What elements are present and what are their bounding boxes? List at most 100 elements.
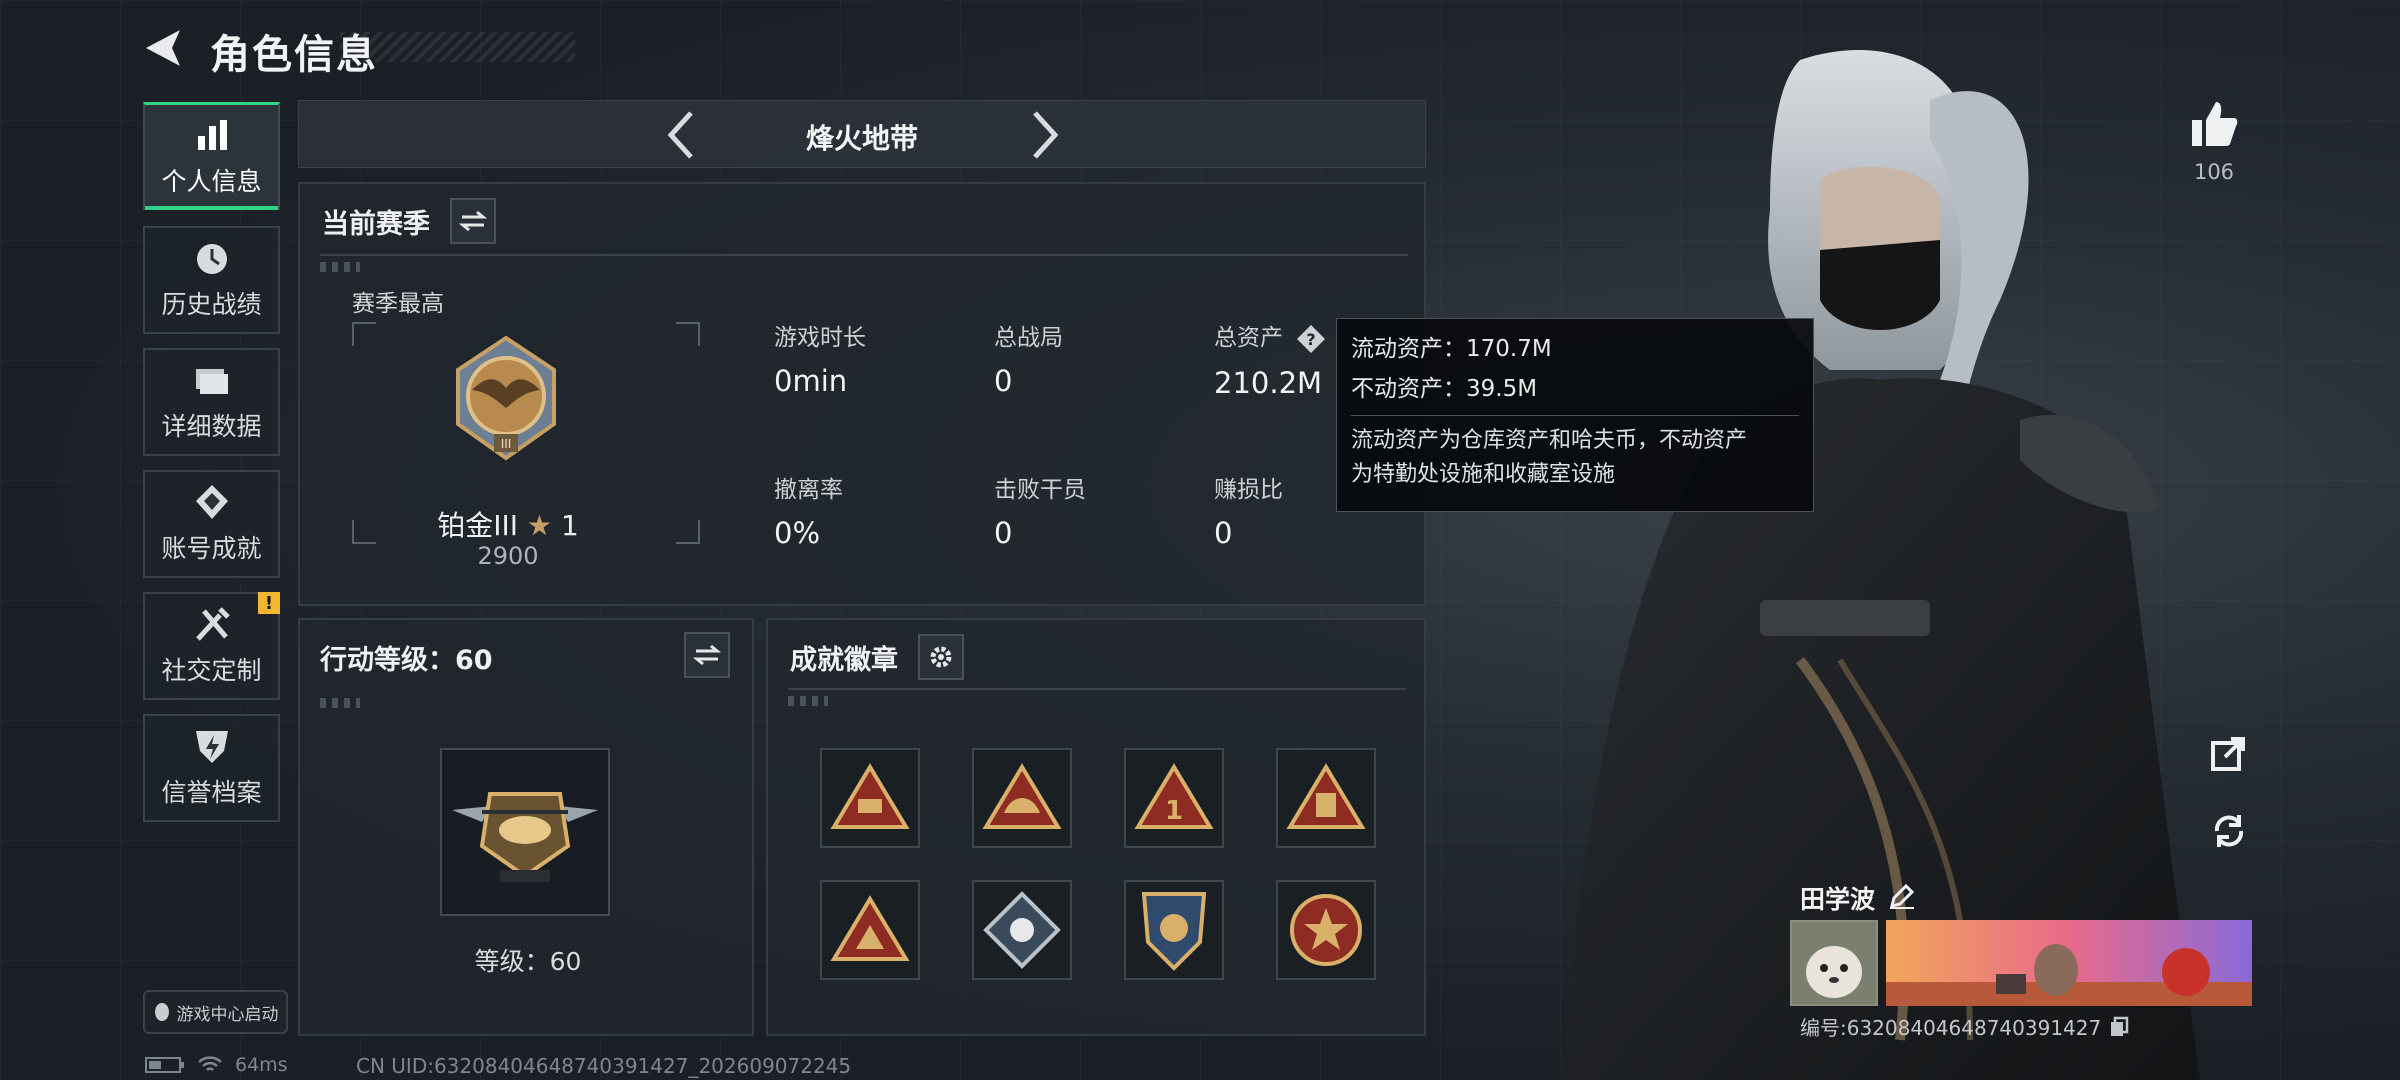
qq-icon	[154, 1003, 169, 1021]
nav-label: 信誉档案	[161, 778, 262, 807]
svg-text:III: III	[501, 437, 512, 451]
folder-icon	[195, 369, 228, 394]
tooltip-fixed-assets: 不动资产：39.5M	[1351, 376, 1538, 402]
triangle-badge-1-icon	[830, 763, 910, 829]
badge-slot-5[interactable]	[820, 880, 920, 980]
badge-slot-4[interactable]	[1276, 748, 1376, 848]
svg-text:?: ?	[1307, 330, 1316, 349]
stat-label: 撤离率	[774, 477, 843, 503]
battery-icon	[145, 1057, 184, 1073]
stat-label: 游戏时长	[774, 325, 866, 351]
triangle-badge-3-icon: 1	[1134, 763, 1214, 829]
ping-value: 64ms	[235, 1054, 288, 1076]
nav-item-reputation[interactable]: 信誉档案	[143, 714, 280, 822]
nav-item-history[interactable]: 历史战绩	[143, 226, 280, 334]
badge-settings-button[interactable]	[918, 634, 964, 680]
stat-value: 0min	[774, 364, 848, 398]
chevron-right-icon[interactable]	[1019, 109, 1069, 161]
stat-value: 0	[1214, 516, 1233, 550]
level-text: 等级：60	[474, 947, 582, 976]
swap-season-button[interactable]	[450, 198, 496, 244]
achievements-title: 成就徽章	[790, 645, 898, 676]
season-panel: 当前赛季 赛季最高 III 铂金III ★ 1 2900 游戏时长 0min 总…	[298, 182, 1426, 606]
stat-extraction-rate: 撤离率 0%	[774, 470, 843, 550]
back-arrow-icon[interactable]	[140, 26, 190, 70]
decoration	[788, 696, 828, 706]
tooltip-liquid-assets: 流动资产：170.7M	[1351, 336, 1552, 362]
share-button[interactable]	[2204, 728, 2254, 778]
edit-name-icon[interactable]	[1888, 882, 1916, 910]
stat-value: 210.2M	[1214, 365, 1323, 400]
swap-level-button[interactable]	[684, 632, 730, 678]
stat-label: 赚损比	[1214, 477, 1283, 503]
game-center-launch-button[interactable]: 游戏中心启动	[143, 990, 288, 1034]
status-bar: 64ms	[145, 1054, 288, 1076]
tooltip-desc-1: 流动资产为仓库资产和哈夫币，不动资产	[1351, 428, 1748, 453]
clock-icon	[196, 244, 227, 274]
assets-tooltip: 流动资产：170.7M 不动资产：39.5M 流动资产为仓库资产和哈夫币，不动资…	[1336, 318, 1814, 512]
diamond-badge-icon	[983, 891, 1061, 969]
tooltip-divider	[1351, 415, 1799, 416]
nav-label: 社交定制	[161, 656, 262, 685]
mode-title: 烽火地带	[805, 122, 918, 155]
gear-icon	[930, 646, 952, 668]
nav-item-detailed-data[interactable]: 详细数据	[143, 348, 280, 456]
rank-stars: 1	[560, 509, 579, 542]
nav-label: 历史战绩	[161, 290, 262, 319]
stat-value: 0	[994, 516, 1013, 550]
player-id: 编号:632084046487403914​27	[1800, 1012, 2129, 1041]
badge-slot-2[interactable]	[972, 748, 1072, 848]
nav-item-social-custom[interactable]: 社交定制 !	[143, 592, 280, 700]
badge-slot-7[interactable]	[1124, 880, 1224, 980]
player-name: 田学波	[1800, 885, 1876, 914]
tools-icon	[195, 607, 230, 641]
badge-slot-8[interactable]	[1276, 880, 1376, 980]
stat-play-time: 游戏时长 0min	[774, 318, 866, 398]
like-count: 106	[2193, 160, 2235, 184]
round-badge-icon	[1290, 894, 1362, 966]
season-title: 当前赛季	[322, 209, 430, 240]
tooltip-desc-2: 为特勤处设施和收藏室设施	[1351, 462, 1616, 487]
decoration	[320, 698, 360, 708]
rotate-button[interactable]	[2204, 806, 2254, 856]
thumbs-up-icon[interactable]	[2188, 98, 2240, 150]
nav-label: 个人信息	[161, 166, 262, 196]
shield-bolt-icon	[195, 731, 228, 763]
stat-label-text: 总资产	[1214, 325, 1283, 351]
bar-chart-icon	[197, 119, 227, 150]
shield-badge-icon	[1141, 892, 1207, 971]
banner-image	[1886, 920, 2252, 1006]
triangle-badge-2-icon	[982, 763, 1062, 829]
badge-slot-6[interactable]	[972, 880, 1072, 980]
nav-item-personal-info[interactable]: 个人信息	[143, 102, 280, 210]
action-level-panel: 行动等级：60 等级：60	[298, 618, 754, 1036]
level-title: 行动等级：60	[320, 645, 493, 676]
stat-operators-defeated: 击败干员 0	[994, 470, 1086, 550]
wifi-icon	[198, 1056, 222, 1071]
player-id-text: 编号:632084046487403914​27	[1800, 1016, 2102, 1040]
achievement-badges-panel: 成就徽章 1	[766, 618, 1426, 1036]
rank-score: 2900	[477, 542, 539, 570]
page-title: 角色信息	[210, 32, 378, 78]
help-icon[interactable]: ?	[1296, 324, 1326, 354]
rank-name-text: 铂金III	[437, 509, 519, 542]
stat-label: 总战局	[994, 325, 1063, 351]
decoration	[320, 262, 360, 272]
badge-slot-3[interactable]: 1	[1124, 748, 1224, 848]
rank-name: 铂金III ★ 1	[208, 504, 808, 544]
stat-total-assets: 总资产 ? 210.2M	[1214, 318, 1326, 400]
copy-icon[interactable]	[2109, 1016, 2129, 1038]
profile-banner[interactable]	[1886, 920, 2252, 1006]
divider	[320, 254, 1408, 256]
badge-slot-1[interactable]	[820, 748, 920, 848]
game-center-label: 游戏中心启动	[176, 1004, 279, 1025]
stat-label: 击败干员	[994, 477, 1086, 503]
triangle-badge-4-icon	[1286, 763, 1366, 829]
avatar[interactable]	[1790, 920, 1878, 1006]
mode-selector: 烽火地带	[298, 100, 1426, 168]
helicopter-emblem-icon	[452, 792, 598, 882]
uid-footer: CN UID:632084046487403914​27_20260907224…	[356, 1054, 852, 1078]
stat-label: 总资产 ?	[1214, 318, 1326, 354]
stat-total-matches: 总战局 0	[994, 318, 1063, 398]
triangle-badge-5-icon	[830, 895, 910, 961]
